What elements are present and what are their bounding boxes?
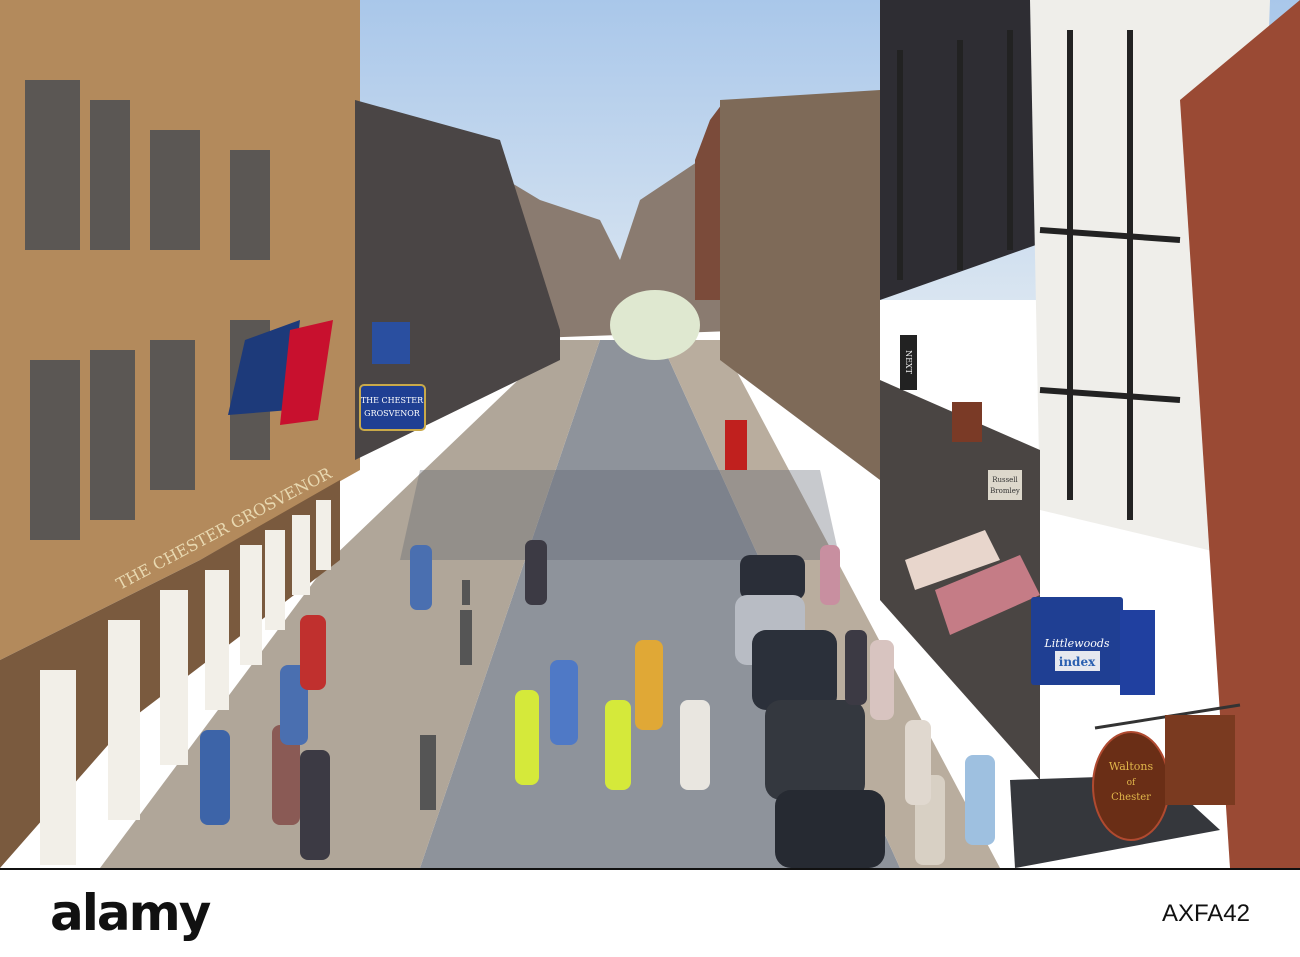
street-scene: THE CHESTER GROSVENOR THE CHESTER GROSVE… — [0, 0, 1300, 868]
grosvenor-sign-line-2: GROSVENOR — [364, 409, 421, 418]
crest-sign — [372, 322, 410, 364]
street-photo: THE CHESTER GROSVENOR THE CHESTER GROSVE… — [0, 0, 1300, 957]
grosvenor-sign-line-1: THE CHESTER — [361, 396, 424, 405]
brown-hanging-sign — [952, 402, 982, 442]
littlewoods-index-sign: Littlewoods index — [1031, 597, 1123, 685]
next-sign-text: NEXT — [904, 350, 913, 375]
russell-bromley-sign: Russell Bromley — [988, 470, 1022, 500]
blue-shop-sign — [1120, 610, 1155, 695]
bromley-text: Bromley — [990, 487, 1020, 495]
littlewoods-text: Littlewoods — [1043, 637, 1109, 650]
chester-grosvenor-sign: THE CHESTER GROSVENOR — [359, 384, 426, 431]
next-sign: NEXT — [900, 335, 917, 390]
tree — [610, 290, 700, 360]
index-text: index — [1059, 655, 1096, 669]
waltons-fascia — [1165, 715, 1235, 805]
chester-text: Chester — [1111, 792, 1151, 803]
image-code: AXFA42 — [1161, 900, 1250, 927]
of-text: of — [1127, 778, 1136, 788]
alamy-logo: alamy — [50, 884, 211, 942]
watermark-bar: alamy AXFA42 — [0, 868, 1300, 957]
russell-text: Russell — [992, 476, 1018, 484]
shadow — [400, 470, 840, 560]
waltons-text: Waltons — [1109, 760, 1154, 773]
phone-box — [725, 420, 747, 470]
